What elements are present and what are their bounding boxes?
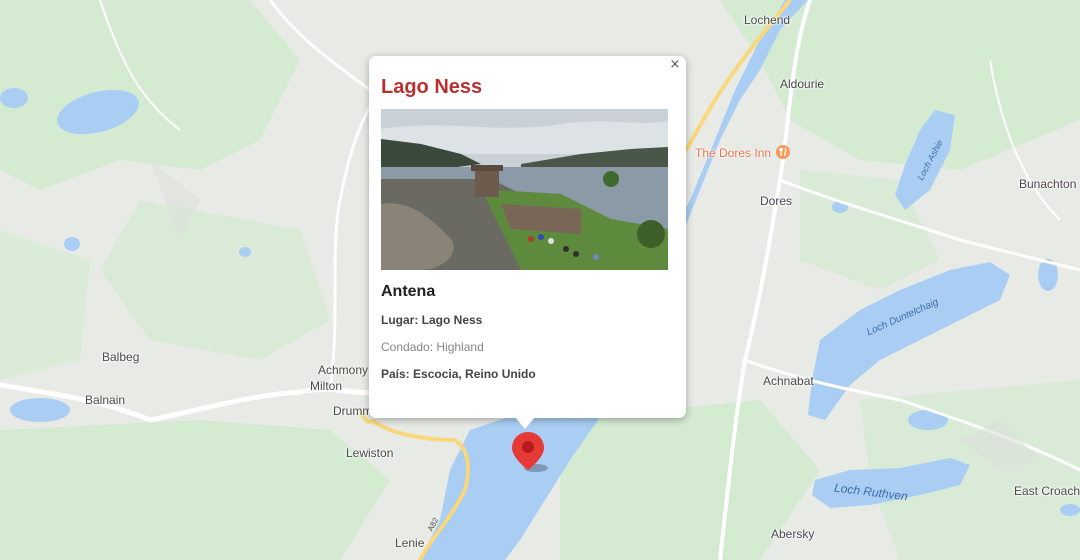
place-label-dores: Dores [760,194,793,208]
forest-area [0,420,390,560]
restaurant-icon[interactable] [776,145,790,159]
place-label-east-croach: East Croach [1014,484,1080,498]
popup-title: Lago Ness [381,76,483,98]
place-label-milton: Milton [310,379,343,393]
close-icon[interactable]: × [668,58,682,72]
info-popup: × Lago Ness Antena Lugar: Lago Ness Cond… [369,56,686,418]
small-lake [64,237,80,251]
info-lugar: Lugar: Lago Ness [381,313,483,327]
place-label-balbeg: Balbeg [102,350,140,364]
place-label-bunachton: Bunachton [1019,177,1077,191]
popup-tail [515,417,535,429]
place-label-balnain: Balnain [85,393,126,407]
place-label-abersky: Abersky [771,527,815,541]
place-label-lewiston: Lewiston [346,446,394,460]
place-label-achnabat: Achnabat [763,374,814,388]
map-pin-icon[interactable] [510,430,550,476]
small-lake [1060,504,1080,516]
info-condado: Condado: Highland [381,340,484,354]
place-label-lenie: Lenie [395,536,425,550]
popup-subtitle: Antena [381,283,436,300]
small-lake [239,247,251,257]
place-label-achmony: Achmony [318,363,369,377]
castle-photo [381,109,668,270]
small-lake [0,88,28,108]
place-label-aldourie: Aldourie [780,77,825,91]
place-label-drumm: Drumm [333,404,373,418]
place-label-dores-inn[interactable]: The Dores Inn [695,146,771,160]
info-pais: País: Escocia, Reino Unido [381,367,536,381]
small-lake [10,398,70,422]
place-label-lochend: Lochend [744,13,791,27]
